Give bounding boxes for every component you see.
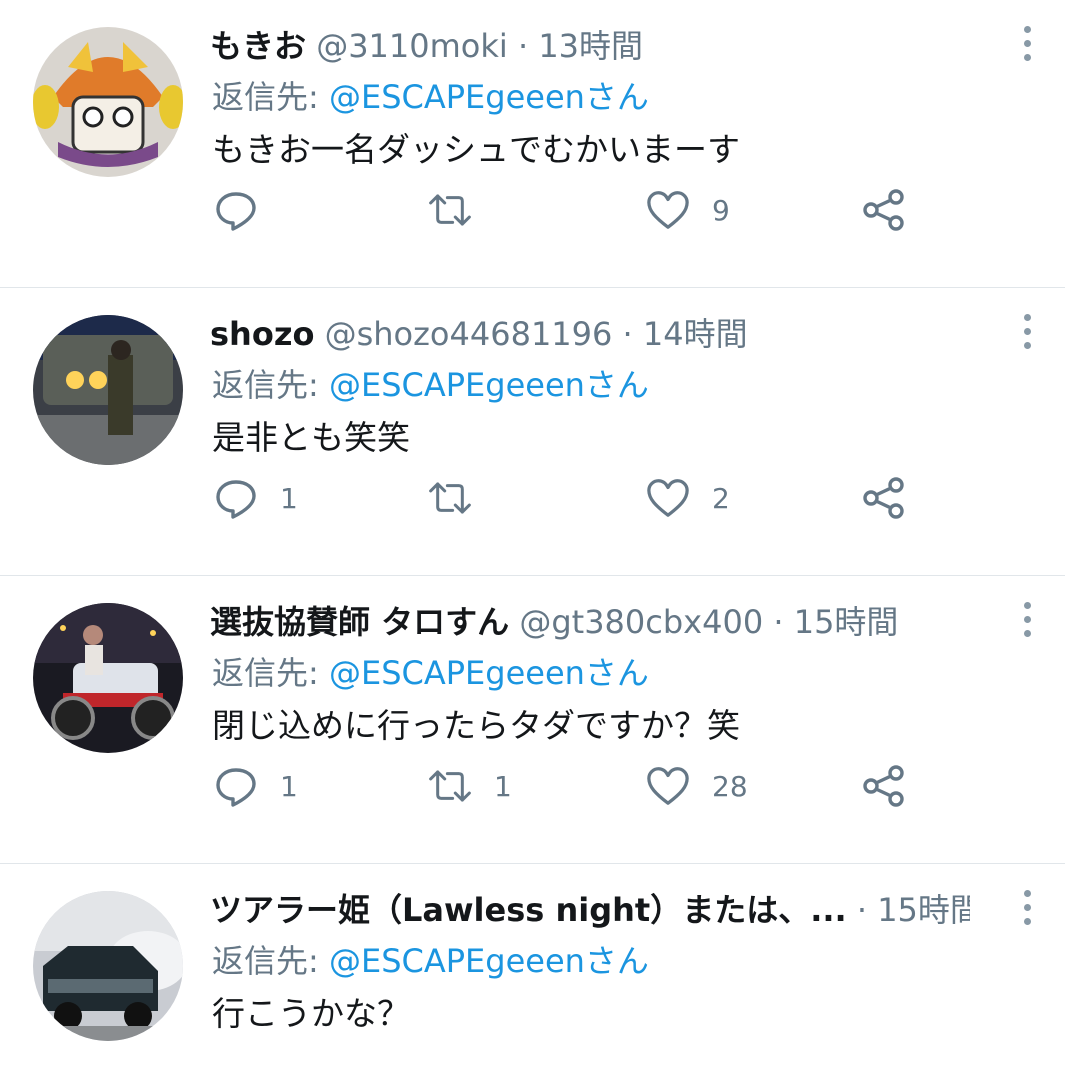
- share-icon: [863, 477, 904, 519]
- reply-to: 返信先: @ESCAPEgeeenさん: [212, 74, 649, 120]
- avatar[interactable]: [33, 603, 183, 753]
- separator: ·: [856, 891, 868, 929]
- reply-button[interactable]: [214, 182, 280, 238]
- action-bar: 1 2: [0, 470, 1065, 526]
- like-count: 28: [712, 769, 748, 803]
- display-name[interactable]: 選抜協賛師 タロすん: [210, 603, 509, 641]
- retweet-icon: [429, 194, 471, 226]
- retweet-icon: [429, 770, 471, 802]
- reply-to: 返信先: @ESCAPEgeeenさん: [212, 938, 649, 984]
- timestamp[interactable]: 15時間: [794, 603, 899, 641]
- retweet-button[interactable]: 1: [428, 758, 512, 814]
- reply-mention[interactable]: @ESCAPEgeeenさん: [329, 654, 649, 692]
- reply-icon: [216, 768, 256, 807]
- like-button[interactable]: 2: [646, 470, 730, 526]
- reply-feed: もきお @3110moki · 13時間 返信先: @ESCAPEgeeenさん…: [0, 0, 1065, 1072]
- avatar[interactable]: [33, 315, 183, 465]
- display-name[interactable]: もきお: [210, 27, 306, 65]
- like-button[interactable]: 9: [646, 182, 730, 238]
- tweet-header: ツアラー姫（Lawless night）または、... · 15時間: [210, 886, 970, 934]
- display-name[interactable]: ツアラー姫（Lawless night）または、...: [210, 891, 847, 929]
- tweet-text: 閉じ込めに行ったらタダですか？笑: [212, 706, 740, 745]
- tweet-header: shozo @shozo44681196 · 14時間: [210, 310, 970, 358]
- share-icon: [863, 765, 904, 807]
- share-button[interactable]: [862, 470, 906, 526]
- share-button[interactable]: [862, 182, 906, 238]
- reply-prefix: 返信先:: [212, 942, 329, 980]
- timestamp[interactable]: 14時間: [643, 315, 748, 353]
- reply-button[interactable]: 1: [214, 470, 298, 526]
- retweet-button[interactable]: [428, 470, 494, 526]
- retweet-count: 1: [494, 769, 512, 803]
- timestamp[interactable]: 13時間: [538, 27, 643, 65]
- reply-prefix: 返信先:: [212, 654, 329, 692]
- reply-mention[interactable]: @ESCAPEgeeenさん: [329, 78, 649, 116]
- separator: ·: [773, 603, 784, 641]
- user-handle[interactable]: @gt380cbx400: [519, 603, 763, 641]
- tweet-text: 行こうかな？: [212, 994, 410, 1033]
- like-icon: [647, 191, 689, 229]
- tweet-header: もきお @3110moki · 13時間: [210, 22, 970, 70]
- retweet-icon: [429, 482, 471, 514]
- reply-icon: [216, 480, 256, 519]
- like-icon: [647, 479, 689, 517]
- like-button[interactable]: 28: [646, 758, 748, 814]
- tweet[interactable]: ツアラー姫（Lawless night）または、... · 15時間 返信先: …: [0, 864, 1065, 1072]
- tweet[interactable]: 選抜協賛師 タロすん @gt380cbx400 · 15時間 返信先: @ESC…: [0, 576, 1065, 864]
- tweet[interactable]: shozo @shozo44681196 · 14時間 返信先: @ESCAPE…: [0, 288, 1065, 576]
- more-icon[interactable]: [1019, 314, 1035, 354]
- reply-count: 1: [280, 769, 298, 803]
- more-icon[interactable]: [1019, 26, 1035, 66]
- reply-prefix: 返信先:: [212, 78, 329, 116]
- tweet-header: 選抜協賛師 タロすん @gt380cbx400 · 15時間: [210, 598, 970, 646]
- reply-button[interactable]: 1: [214, 758, 298, 814]
- reply-icon: [216, 192, 256, 231]
- reply-prefix: 返信先:: [212, 366, 329, 404]
- reply-mention[interactable]: @ESCAPEgeeenさん: [329, 942, 649, 980]
- tweet-text: 是非とも笑笑: [212, 418, 410, 457]
- share-button[interactable]: [862, 758, 906, 814]
- reply-to: 返信先: @ESCAPEgeeenさん: [212, 650, 649, 696]
- reply-count: 1: [280, 481, 298, 515]
- separator: ·: [622, 315, 633, 353]
- avatar[interactable]: [33, 891, 183, 1041]
- avatar[interactable]: [33, 27, 183, 177]
- separator: ·: [517, 27, 529, 65]
- more-icon[interactable]: [1019, 602, 1035, 642]
- more-icon[interactable]: [1019, 890, 1035, 930]
- reply-mention[interactable]: @ESCAPEgeeenさん: [329, 366, 649, 404]
- like-icon: [647, 767, 689, 805]
- like-count: 9: [712, 193, 730, 227]
- like-count: 2: [712, 481, 730, 515]
- share-icon: [863, 189, 904, 231]
- action-bar: 1 1 28: [0, 758, 1065, 814]
- reply-to: 返信先: @ESCAPEgeeenさん: [212, 362, 649, 408]
- retweet-button[interactable]: [428, 182, 494, 238]
- display-name[interactable]: shozo: [210, 315, 314, 353]
- timestamp[interactable]: 15時間: [877, 891, 970, 929]
- user-handle[interactable]: @shozo44681196: [325, 315, 613, 353]
- tweet-text: もきお一名ダッシュでむかいまーす: [212, 130, 740, 169]
- user-handle[interactable]: @3110moki: [316, 27, 508, 65]
- action-bar: 9: [0, 182, 1065, 238]
- tweet[interactable]: もきお @3110moki · 13時間 返信先: @ESCAPEgeeenさん…: [0, 0, 1065, 288]
